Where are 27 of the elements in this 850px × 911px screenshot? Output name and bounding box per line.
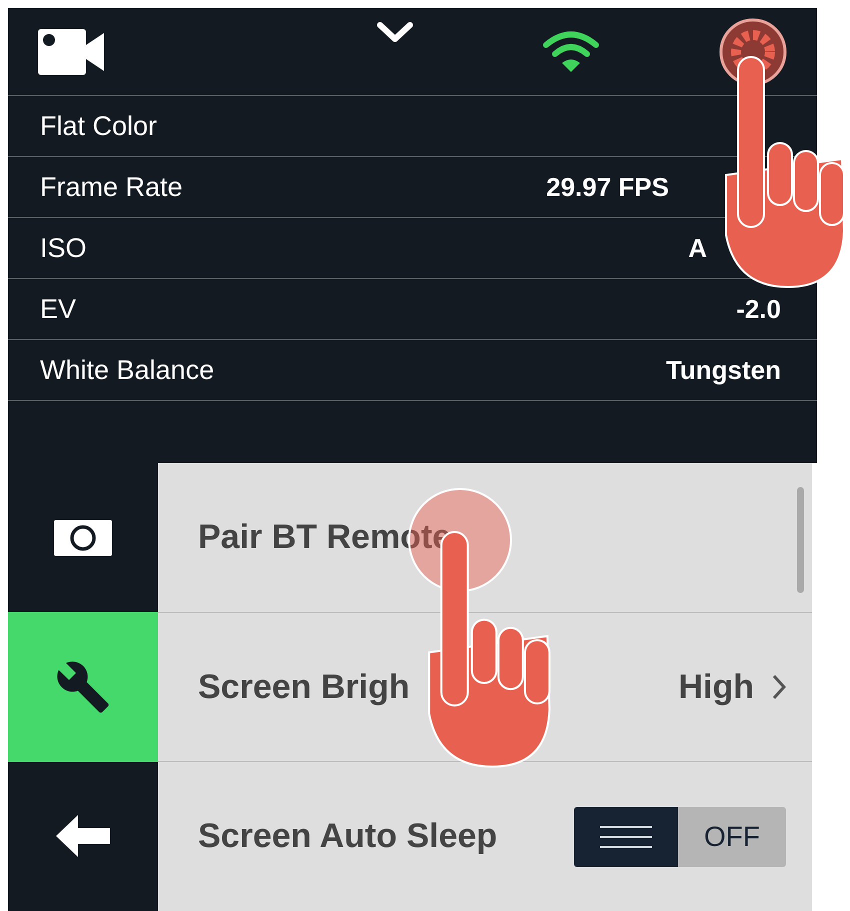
wifi-icon[interactable] — [542, 30, 600, 74]
chevron-right-icon — [772, 674, 786, 700]
setting-value: Tungsten — [666, 354, 781, 386]
setting-label: Flat Color — [40, 110, 158, 142]
menu-value: High — [678, 668, 754, 706]
setting-value: -2.0 — [736, 294, 781, 324]
camera-icon — [53, 518, 113, 557]
toggle-switch[interactable]: OFF — [574, 806, 786, 867]
toggle-state-label: OFF — [703, 820, 761, 854]
chevron-down-icon[interactable] — [376, 22, 412, 44]
setting-value: 29.97 FPS — [546, 172, 669, 202]
sidebar-tab[interactable] — [8, 762, 158, 911]
menu-row[interactable]: Screen Auto Sleep OFF — [158, 762, 812, 911]
setting-label: EV — [40, 294, 76, 324]
setting-label: White Balance — [40, 354, 214, 386]
setting-value: A — [688, 232, 707, 264]
setting-label: ISO — [40, 232, 87, 264]
sidebar-tab[interactable] — [8, 612, 158, 762]
grip-lines-icon — [600, 824, 652, 849]
scrollbar[interactable] — [797, 487, 804, 593]
setting-label: Frame Rate — [40, 172, 183, 202]
menu-label: Screen Auto Sleep — [198, 817, 498, 856]
back-arrow-icon — [56, 815, 110, 858]
menu-label: Screen Brigh — [198, 668, 410, 706]
wrench-icon — [55, 658, 111, 715]
video-camera-icon[interactable] — [38, 28, 104, 74]
sidebar-tab[interactable] — [8, 463, 158, 612]
